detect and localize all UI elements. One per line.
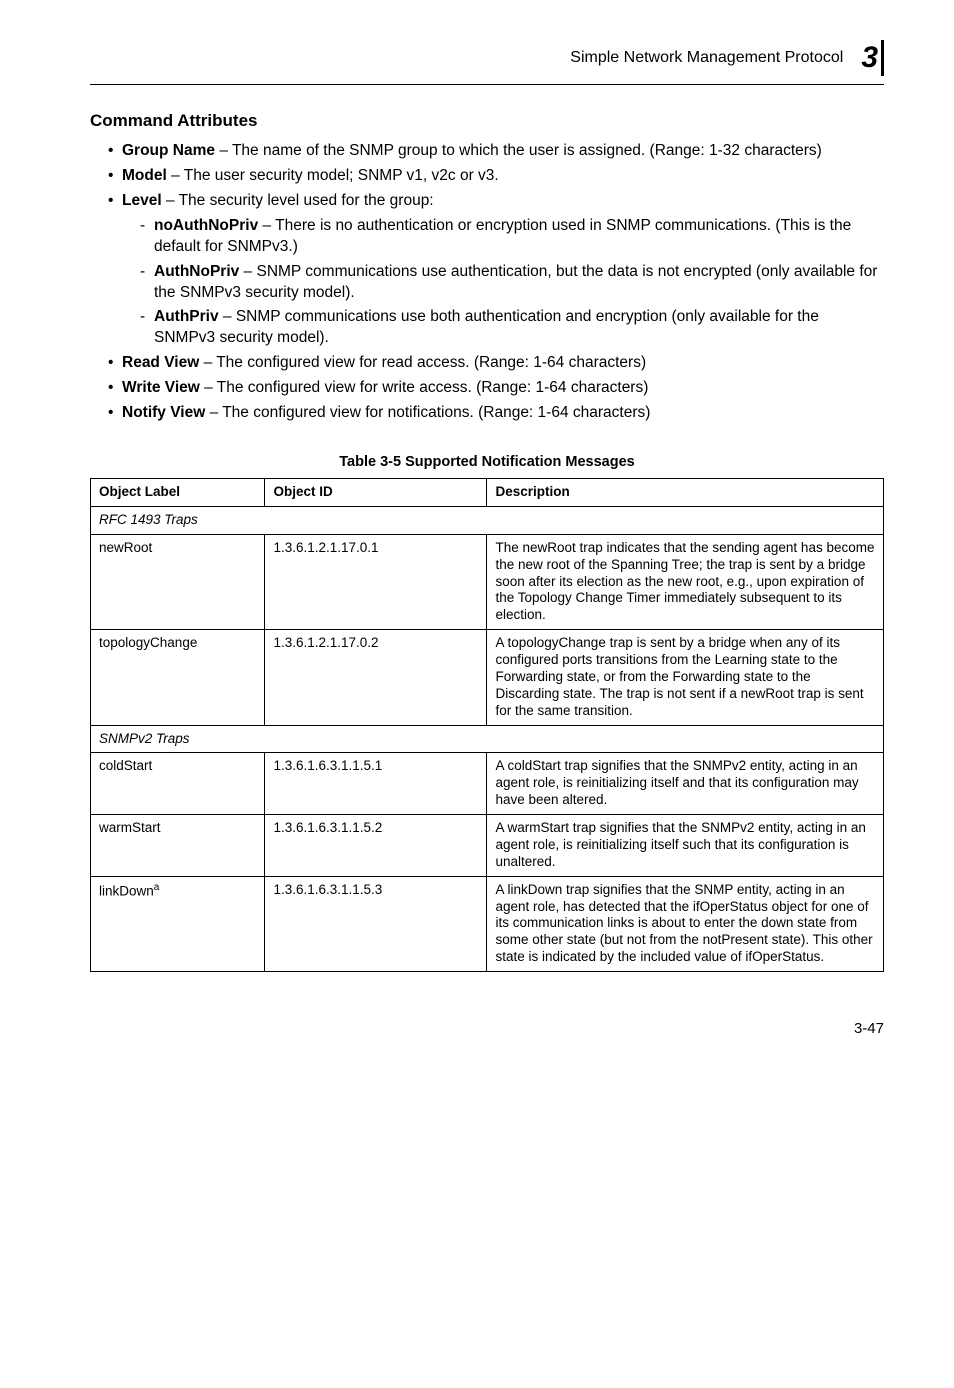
attr-label: noAuthNoPriv [154,217,258,234]
chapter-bar-icon [881,40,884,76]
cell-id: 1.3.6.1.6.3.1.1.5.1 [265,753,487,815]
cell-label: newRoot [91,534,265,629]
chapter-badge: 3 [861,40,884,76]
cell-id: 1.3.6.1.2.1.17.0.1 [265,534,487,629]
label-prefix: linkDown [99,883,154,898]
section-cell: SNMPv2 Traps [91,725,884,753]
label-superscript: a [154,882,160,893]
cell-label: topologyChange [91,630,265,725]
attr-label: Group Name [122,142,215,159]
list-item: Group Name – The name of the SNMP group … [108,141,884,162]
attr-label: Read View [122,354,199,371]
table-caption: Table 3-5 Supported Notification Message… [90,454,884,470]
list-item: Notify View – The configured view for no… [108,403,884,424]
th-description: Description [487,479,884,507]
cell-id: 1.3.6.1.6.3.1.1.5.3 [265,876,487,971]
cell-desc: A warmStart trap signifies that the SNMP… [487,815,884,877]
notification-table: Object Label Object ID Description RFC 1… [90,478,884,972]
list-item: AuthPriv – SNMP communications use both … [140,307,884,349]
header-divider [90,84,884,85]
attr-text: – The configured view for read access. (… [199,354,646,371]
level-sublist: noAuthNoPriv – There is no authenticatio… [122,216,884,350]
attr-label: Notify View [122,404,205,421]
cell-id: 1.3.6.1.2.1.17.0.2 [265,630,487,725]
list-item: Model – The user security model; SNMP v1… [108,166,884,187]
page-number: 3-47 [90,1020,884,1037]
cell-label: coldStart [91,753,265,815]
cell-desc: A coldStart trap signifies that the SNMP… [487,753,884,815]
attr-text: – The configured view for notifications.… [205,404,650,421]
attr-label: AuthPriv [154,308,219,325]
th-object-label: Object Label [91,479,265,507]
attributes-list: Group Name – The name of the SNMP group … [90,141,884,424]
table-row: newRoot 1.3.6.1.2.1.17.0.1 The newRoot t… [91,534,884,629]
attr-label: Model [122,167,167,184]
table-row: warmStart 1.3.6.1.6.3.1.1.5.2 A warmStar… [91,815,884,877]
attr-text: – The configured view for write access. … [200,379,649,396]
attr-text: – The user security model; SNMP v1, v2c … [167,167,499,184]
cell-label: linkDowna [91,876,265,971]
section-heading: Command Attributes [90,111,884,131]
table-row: coldStart 1.3.6.1.6.3.1.1.5.1 A coldStar… [91,753,884,815]
cell-desc: The newRoot trap indicates that the send… [487,534,884,629]
cell-label: warmStart [91,815,265,877]
table-header-row: Object Label Object ID Description [91,479,884,507]
section-cell: RFC 1493 Traps [91,506,884,534]
list-item: noAuthNoPriv – There is no authenticatio… [140,216,884,258]
list-item: AuthNoPriv – SNMP communications use aut… [140,262,884,304]
attr-text: – The security level used for the group: [162,192,434,209]
attr-text: – SNMP communications use authentication… [154,263,877,301]
attr-text: – The name of the SNMP group to which th… [215,142,822,159]
attr-label: Write View [122,379,200,396]
cell-desc: A linkDown trap signifies that the SNMP … [487,876,884,971]
list-item: Level – The security level used for the … [108,191,884,349]
list-item: Write View – The configured view for wri… [108,378,884,399]
attr-label: AuthNoPriv [154,263,239,280]
cell-id: 1.3.6.1.6.3.1.1.5.2 [265,815,487,877]
attr-text: – There is no authentication or encrypti… [154,217,851,255]
header-title: Simple Network Management Protocol [570,49,843,67]
attr-label: Level [122,192,162,209]
table-section-row: RFC 1493 Traps [91,506,884,534]
page-header: Simple Network Management Protocol 3 [90,40,884,76]
table-row: linkDowna 1.3.6.1.6.3.1.1.5.3 A linkDown… [91,876,884,971]
cell-desc: A topologyChange trap is sent by a bridg… [487,630,884,725]
attr-text: – SNMP communications use both authentic… [154,308,819,346]
th-object-id: Object ID [265,479,487,507]
table-row: topologyChange 1.3.6.1.2.1.17.0.2 A topo… [91,630,884,725]
list-item: Read View – The configured view for read… [108,353,884,374]
table-section-row: SNMPv2 Traps [91,725,884,753]
chapter-number: 3 [861,41,877,75]
